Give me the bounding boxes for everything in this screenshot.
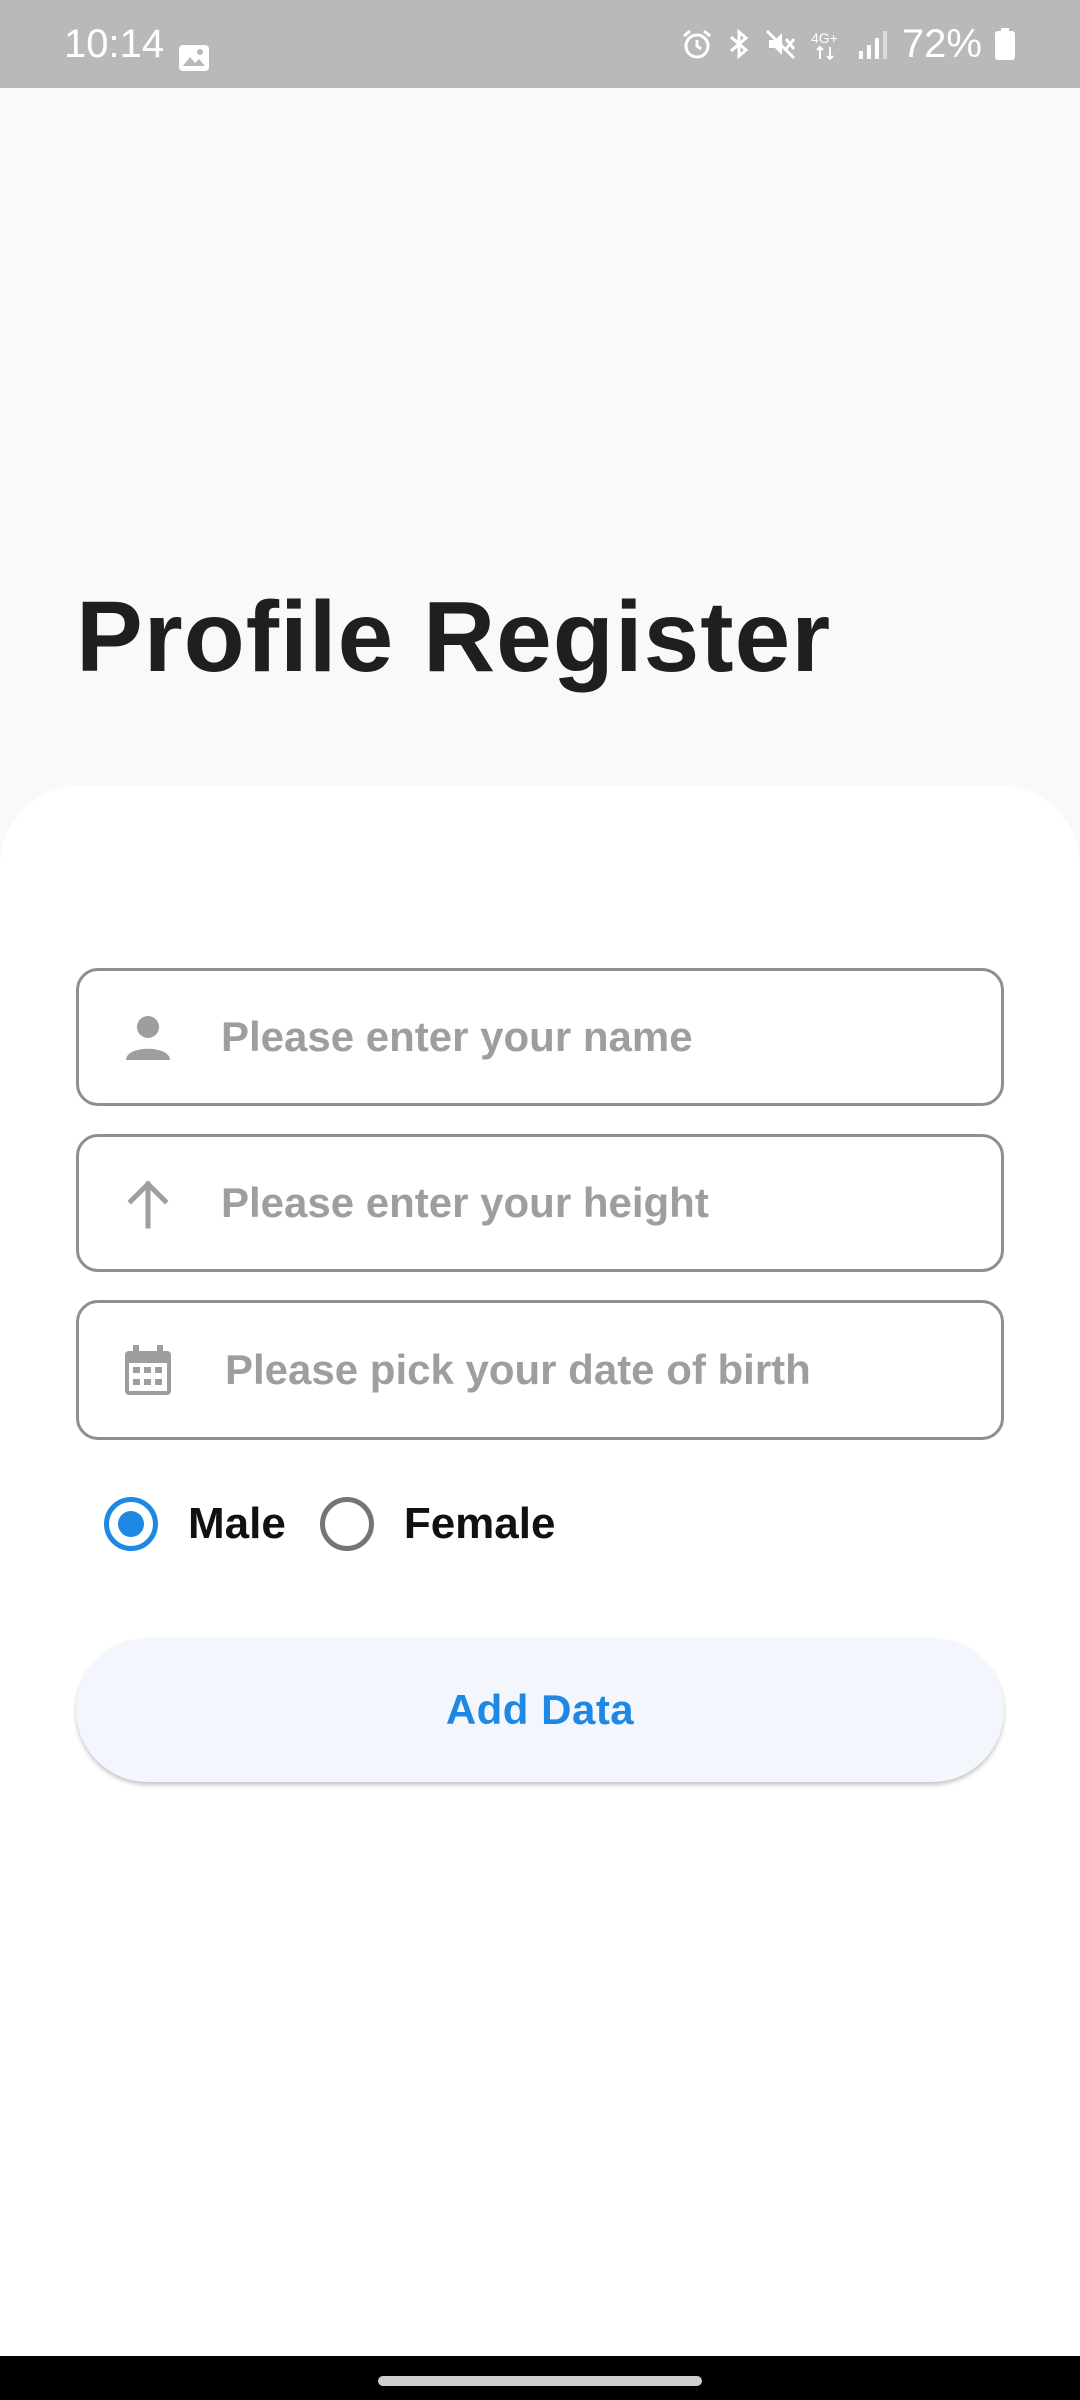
4g-icon: 4G+ [810, 27, 844, 61]
navigation-bar [0, 2356, 1080, 2400]
bluetooth-icon [726, 27, 752, 61]
screen: 10:14 4G+ 72% Profile Register Please en… [0, 0, 1080, 2400]
name-field[interactable] [76, 968, 1004, 1106]
battery-percent: 72% [901, 21, 982, 66]
battery-icon [994, 27, 1016, 61]
name-input[interactable] [221, 971, 981, 1103]
gender-radio-group: Male Female [104, 1496, 589, 1552]
dob-input[interactable] [225, 1303, 985, 1437]
height-field[interactable] [76, 1134, 1004, 1272]
male-label[interactable]: Male [188, 1499, 286, 1549]
gallery-icon [178, 44, 210, 72]
female-radio[interactable] [319, 1497, 374, 1551]
female-label[interactable]: Female [404, 1499, 556, 1549]
alarm-icon [680, 27, 714, 61]
add-data-button[interactable]: Add Data [76, 1638, 1004, 1782]
home-gesture-handle[interactable] [378, 2376, 702, 2386]
status-icons: 4G+ 72% [680, 0, 1080, 88]
height-input[interactable] [221, 1137, 981, 1269]
mute-icon [764, 27, 798, 61]
arrow-up-icon [121, 1176, 175, 1230]
male-radio[interactable] [104, 1497, 158, 1551]
status-time: 10:14 [64, 22, 165, 66]
svg-text:4G+: 4G+ [811, 30, 838, 46]
calendar-icon [121, 1343, 175, 1397]
dob-field[interactable] [76, 1300, 1004, 1440]
person-icon [121, 1010, 175, 1064]
signal-icon [856, 27, 890, 61]
status-bar: 10:14 4G+ 72% [0, 0, 1080, 88]
page-title: Profile Register [76, 581, 832, 693]
